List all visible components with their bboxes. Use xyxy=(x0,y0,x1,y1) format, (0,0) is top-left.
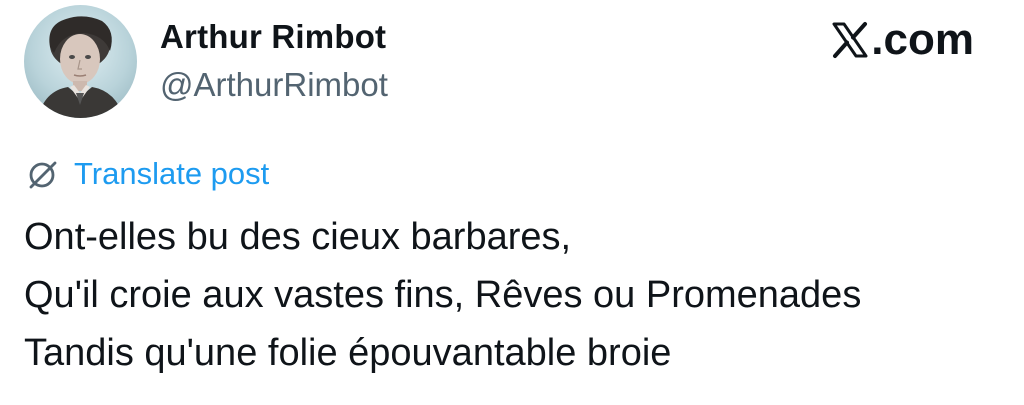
translate-post-button[interactable]: Translate post xyxy=(26,156,269,192)
tweet-card: Arthur Rimbot @ArthurRimbot .com Transla… xyxy=(0,0,1024,405)
post-text: Ont-elles bu des cieux barbares, Qu'il c… xyxy=(24,208,1004,382)
translate-globe-icon xyxy=(29,161,57,189)
author-handle[interactable]: @ArthurRimbot xyxy=(160,66,388,104)
avatar-portrait xyxy=(38,16,124,118)
translate-post-label[interactable]: Translate post xyxy=(74,156,269,192)
post-line: Qu'il croie aux vastes fins, Rêves ou Pr… xyxy=(24,274,862,316)
site-logo-text: .com xyxy=(871,15,974,64)
post-line: Ont-elles bu des cieux barbares, xyxy=(24,216,572,258)
x-logo-icon xyxy=(832,22,868,58)
author-name[interactable]: Arthur Rimbot xyxy=(160,18,386,56)
post-line: Tandis qu'une folie épouvantable broie xyxy=(24,332,672,374)
site-logo: .com xyxy=(831,18,974,62)
avatar[interactable] xyxy=(24,5,137,118)
